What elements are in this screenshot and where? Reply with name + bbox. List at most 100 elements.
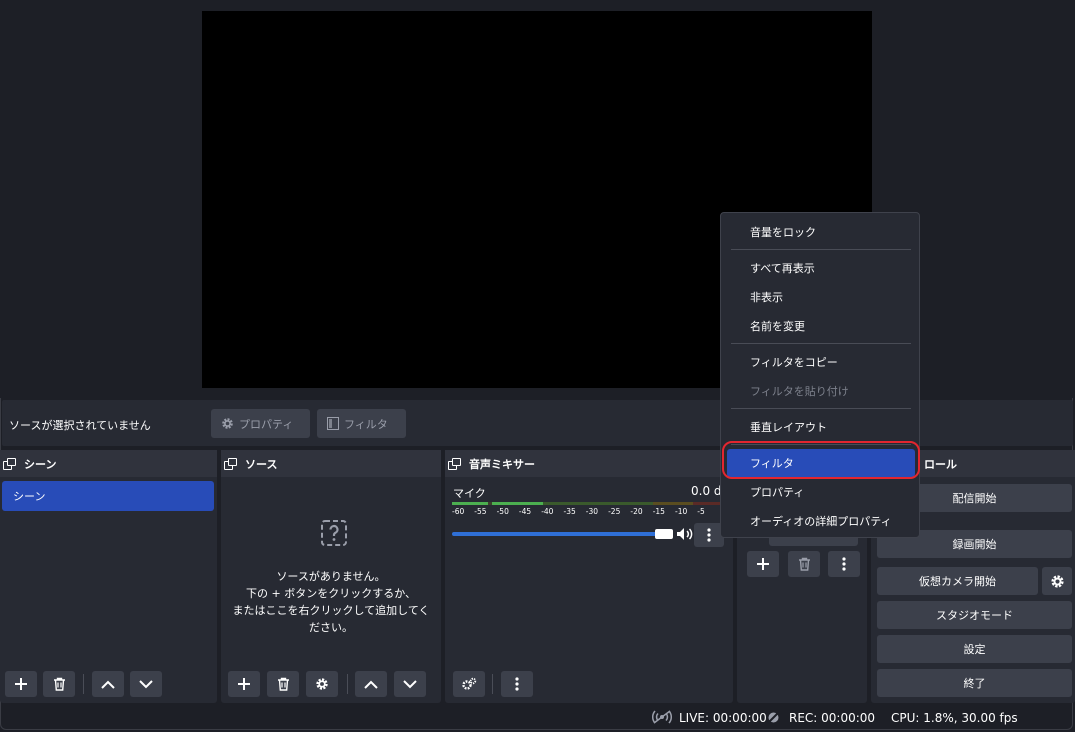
mixer-channel-name: マイク [453, 487, 486, 500]
meter-segment [653, 502, 693, 505]
meter-tick-label: -40 [541, 507, 554, 516]
cpu-fps: CPU: 1.8%, 30.00 fps [891, 711, 1018, 725]
menu-item-paste-filters: フィルタを貼り付け [750, 385, 849, 398]
plus-icon [238, 678, 250, 690]
more-vertical-icon [515, 677, 519, 691]
meter-tick-label: -5 [697, 507, 705, 516]
menu-item-rename[interactable]: 名前を変更 [750, 318, 805, 334]
menu-item-unhide-all[interactable]: すべて再表示 [750, 260, 815, 276]
gear-icon [1050, 574, 1064, 588]
menu-item-lock-volume[interactable]: 音量をロック [750, 224, 816, 240]
studio-mode-label: スタジオモード [936, 609, 1013, 622]
empty-line: ださい。 [309, 621, 353, 634]
move-source-up-button[interactable] [355, 671, 387, 697]
live-timer: LIVE: 00:00:00 [679, 711, 767, 725]
volume-slider-track[interactable] [452, 532, 665, 536]
scenes-title: シーン [24, 457, 57, 471]
plus-icon [15, 678, 27, 690]
move-scene-down-button[interactable] [130, 671, 162, 697]
volume-slider-handle[interactable] [655, 529, 673, 539]
menu-separator [731, 408, 911, 409]
filters-button[interactable]: フィルタ [317, 409, 406, 438]
menu-item-hide[interactable]: 非表示 [750, 289, 783, 305]
audio-mixer-dock: 音声ミキサー マイク 0.0 d -60 -55 -50 -45 -40 -35 -30 -2… [445, 450, 733, 703]
rec-timer: REC: 00:00:00 [789, 711, 876, 725]
sources-title: ソース [245, 457, 278, 471]
meter-segment [452, 502, 488, 505]
start-recording-label: 録画開始 [952, 538, 997, 551]
meter-tick-label: -10 [675, 507, 688, 516]
menu-separator [731, 249, 911, 250]
meter-tick-label: -15 [652, 507, 665, 516]
plus-icon [757, 558, 769, 570]
mixer-level-readout: 0.0 d [691, 484, 722, 498]
menu-item-vertical-layout[interactable]: 垂直レイアウト [750, 419, 827, 435]
filters-label: フィルタ [344, 417, 388, 431]
meter-tick-label: -35 [563, 507, 576, 516]
add-scene-button[interactable] [5, 671, 37, 697]
remove-transition-button[interactable] [788, 551, 820, 577]
toolbar-separator [83, 674, 84, 694]
chevron-down-icon [403, 679, 417, 688]
properties-label: プロパティ [239, 417, 294, 431]
dock-float-icon[interactable] [448, 457, 461, 470]
exit-label: 終了 [963, 677, 986, 690]
start-virtual-camera-button[interactable]: 仮想カメラ開始 [877, 567, 1038, 595]
meter-tick-label: -30 [585, 507, 599, 516]
remove-source-button[interactable] [267, 671, 299, 697]
move-scene-up-button[interactable] [92, 671, 124, 697]
virtual-camera-settings-button[interactable] [1042, 567, 1072, 595]
move-source-down-button[interactable] [394, 671, 426, 697]
toolbar-separator [492, 674, 493, 694]
controls-title: ロール [924, 457, 957, 471]
chevron-down-icon [139, 679, 153, 688]
annotation-highlight-ring [722, 441, 920, 479]
trash-icon [277, 677, 289, 691]
menu-item-advanced-audio-properties[interactable]: オーディオの詳細プロパティ [750, 513, 892, 529]
sources-dock[interactable]: ソース ソースがありません。 下の + ボタンをクリックするか、 またはここを右… [221, 450, 441, 703]
sources-dock-title: ソース [221, 450, 441, 477]
context-menu: 音量をロック すべて再表示 非表示 名前を変更 フィルタをコピー フィルタを貼り… [720, 212, 920, 538]
gears-icon [462, 677, 477, 690]
audio-meter [452, 502, 733, 505]
meter-segment [492, 502, 543, 505]
menu-separator [731, 343, 911, 344]
mixer-menu-button[interactable] [501, 671, 533, 697]
advanced-audio-button[interactable] [453, 671, 485, 697]
add-source-button[interactable] [228, 671, 260, 697]
remove-scene-button[interactable] [43, 671, 75, 697]
meter-scale: -60 -55 -50 -45 -40 -35 -30 -25 -20 -15 -10 -5 [452, 507, 733, 517]
properties-button[interactable]: プロパティ [211, 409, 310, 438]
settings-button[interactable]: 設定 [877, 635, 1072, 663]
status-bar: LIVE: 00:00:00 REC: 00:00:00 CPU: 1.8%, … [0, 705, 1075, 732]
no-source-selected-label: ソースが選択されていません [9, 419, 151, 432]
speaker-icon[interactable] [676, 527, 694, 541]
trash-icon [53, 677, 65, 691]
trash-icon [798, 557, 810, 571]
dock-float-icon[interactable] [224, 457, 237, 470]
meter-tick-label: -20 [630, 507, 643, 516]
audio-mixer-title: 音声ミキサー [469, 457, 535, 471]
empty-line: ソースがありません。 [276, 570, 386, 583]
menu-item-properties[interactable]: プロパティ [750, 484, 804, 500]
more-vertical-icon [707, 528, 711, 542]
menu-item-copy-filters[interactable]: フィルタをコピー [750, 354, 838, 370]
scene-list-item[interactable]: シーン [2, 481, 214, 511]
gear-icon [316, 678, 328, 690]
studio-mode-button[interactable]: スタジオモード [877, 601, 1072, 629]
meter-tick-label: -55 [474, 507, 487, 516]
source-properties-button[interactable] [306, 671, 338, 697]
meter-tick-label: -60 [452, 507, 465, 516]
more-vertical-icon [842, 557, 846, 571]
record-icon [767, 711, 780, 724]
meter-tick-label: -50 [496, 507, 509, 516]
empty-line: またはここを右クリックして追加してく [232, 604, 430, 617]
transition-menu-button[interactable] [828, 551, 860, 577]
chevron-up-icon [364, 680, 378, 689]
add-transition-button[interactable] [747, 551, 779, 577]
start-streaming-label: 配信開始 [952, 492, 997, 505]
exit-button[interactable]: 終了 [877, 669, 1072, 697]
scenes-dock-title: シーン [0, 450, 217, 477]
question-icon [321, 520, 347, 546]
dock-float-icon[interactable] [3, 457, 16, 470]
